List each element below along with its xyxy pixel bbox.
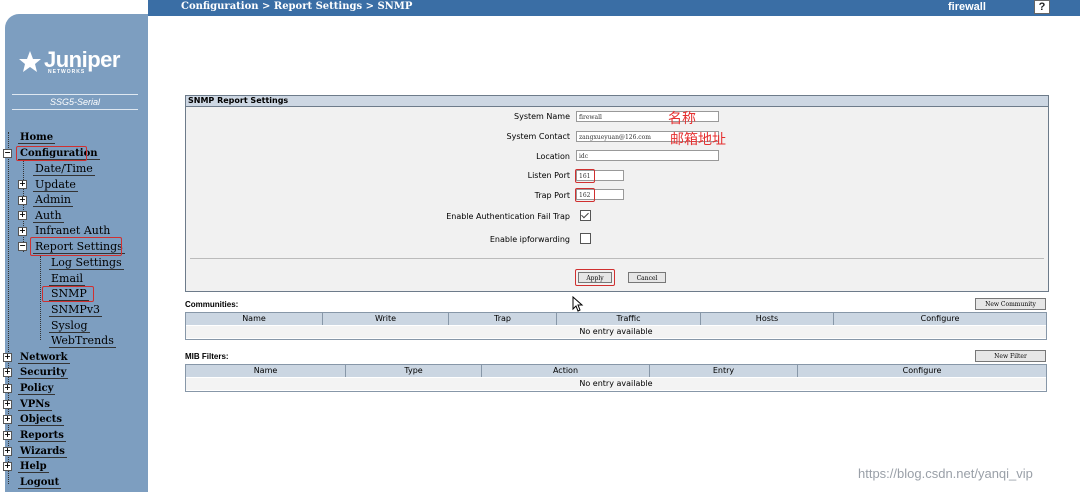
nav-item-logout[interactable]: Logout xyxy=(18,476,62,490)
ipforwarding-checkbox[interactable] xyxy=(580,233,591,244)
highlight-box xyxy=(16,146,87,161)
expand-icon[interactable]: + xyxy=(3,415,12,424)
location-input[interactable]: idc xyxy=(576,150,719,161)
new-community-button[interactable]: New Community xyxy=(975,298,1046,310)
nav-item-objects[interactable]: Objects xyxy=(18,413,65,427)
nav-item-update[interactable]: Update xyxy=(33,178,78,192)
expand-icon[interactable]: + xyxy=(18,180,27,189)
empty-row: No entry available xyxy=(186,326,1046,338)
expand-icon[interactable]: + xyxy=(18,211,27,220)
column-header[interactable]: Configure xyxy=(798,365,1046,377)
new-filter-button[interactable]: New Filter xyxy=(975,350,1046,362)
empty-row: No entry available xyxy=(186,378,1046,390)
location-label: Location xyxy=(536,152,570,161)
nav-item-snmpv3[interactable]: SNMPv3 xyxy=(49,303,103,317)
system-name-input[interactable]: firewall xyxy=(576,111,719,122)
expand-icon[interactable]: + xyxy=(3,447,12,456)
expand-icon[interactable]: + xyxy=(3,431,12,440)
nav-item-syslog[interactable]: Syslog xyxy=(49,319,90,333)
highlight-box xyxy=(575,169,595,183)
nav-item-vpns[interactable]: VPNs xyxy=(18,398,53,412)
highlight-box xyxy=(575,269,615,286)
snmp-settings-panel: SNMP Report Settings System Name firewal… xyxy=(185,95,1049,292)
juniper-logo: Juniper NETWORKS xyxy=(18,46,136,78)
nav-item-infranet-auth[interactable]: Infranet Auth xyxy=(33,224,113,238)
mib-filters-table: Name Type Action Entry Configure No entr… xyxy=(185,364,1047,392)
listen-port-label: Listen Port xyxy=(527,171,570,180)
help-icon[interactable]: ? xyxy=(1034,0,1050,14)
column-header[interactable]: Name xyxy=(186,313,323,325)
highlight-box xyxy=(42,286,94,302)
mib-filters-title: MIB Filters: xyxy=(185,352,229,361)
nav-item-policy[interactable]: Policy xyxy=(18,382,56,396)
annotation-email: 邮箱地址 xyxy=(670,132,726,148)
column-header[interactable]: Name xyxy=(186,365,346,377)
juniper-leaf-icon xyxy=(19,51,41,72)
expand-icon[interactable]: + xyxy=(3,368,12,377)
column-header[interactable]: Type xyxy=(346,365,482,377)
system-contact-label: System Contact xyxy=(506,132,571,141)
communities-title: Communities: xyxy=(185,300,239,309)
highlight-box xyxy=(575,188,595,202)
expand-icon[interactable]: + xyxy=(18,196,27,205)
nav-item-security[interactable]: Security xyxy=(18,366,69,380)
nav-item-admin[interactable]: Admin xyxy=(33,193,74,207)
column-header[interactable]: Entry xyxy=(650,365,798,377)
column-header[interactable]: Hosts xyxy=(701,313,834,325)
highlight-box xyxy=(30,237,122,256)
tree-line xyxy=(40,256,41,340)
nav-item-reports[interactable]: Reports xyxy=(18,429,66,443)
nav-item-wizards[interactable]: Wizards xyxy=(18,445,67,459)
trap-port-label: Trap Port xyxy=(534,191,570,200)
expand-icon[interactable]: + xyxy=(18,227,27,236)
auth-fail-trap-checkbox[interactable] xyxy=(580,210,591,221)
panel-title: SNMP Report Settings xyxy=(186,96,1048,107)
sidebar: Juniper NETWORKS SSG5-Serial Home − Conf… xyxy=(0,0,148,492)
divider xyxy=(190,258,1044,259)
hostname-label: firewall xyxy=(948,1,986,13)
expand-icon[interactable]: + xyxy=(3,384,12,393)
nav-item-auth[interactable]: Auth xyxy=(33,209,64,223)
ipforwarding-label: Enable ipforwarding xyxy=(489,235,570,244)
nav-item-home[interactable]: Home xyxy=(18,131,56,145)
device-model: SSG5-Serial xyxy=(12,94,138,110)
annotation-name: 名称 xyxy=(668,111,696,127)
cancel-button[interactable]: Cancel xyxy=(628,272,666,283)
nav-item-webtrends[interactable]: WebTrends xyxy=(49,334,116,348)
logo-subtext: NETWORKS xyxy=(48,69,86,75)
system-name-label: System Name xyxy=(514,112,570,121)
expand-icon[interactable]: + xyxy=(3,400,12,409)
nav-item-log-settings[interactable]: Log Settings xyxy=(49,256,124,270)
expand-icon[interactable]: + xyxy=(3,353,12,362)
watermark: https://blog.csdn.net/yanqi_vip xyxy=(858,466,1033,481)
nav-item-network[interactable]: Network xyxy=(18,351,70,365)
collapse-icon[interactable]: − xyxy=(3,149,12,158)
tree-line xyxy=(23,160,24,252)
expand-icon[interactable]: + xyxy=(3,462,12,471)
mouse-cursor-icon xyxy=(572,296,584,312)
column-header[interactable]: Action xyxy=(482,365,650,377)
nav-item-date-time[interactable]: Date/Time xyxy=(33,162,95,176)
check-icon xyxy=(581,210,589,219)
column-header[interactable]: Traffic xyxy=(557,313,701,325)
column-header[interactable]: Configure xyxy=(834,313,1046,325)
top-bar: Configuration > Report Settings > SNMP f… xyxy=(0,0,1080,16)
column-header[interactable]: Write xyxy=(323,313,449,325)
collapse-icon[interactable]: − xyxy=(18,242,27,251)
column-header[interactable]: Trap xyxy=(449,313,557,325)
breadcrumb: Configuration > Report Settings > SNMP xyxy=(181,1,413,12)
auth-fail-trap-label: Enable Authentication Fail Trap xyxy=(446,212,570,221)
nav-item-email[interactable]: Email xyxy=(49,272,86,286)
nav-item-help[interactable]: Help xyxy=(18,460,49,474)
communities-table: Name Write Trap Traffic Hosts Configure … xyxy=(185,312,1047,340)
